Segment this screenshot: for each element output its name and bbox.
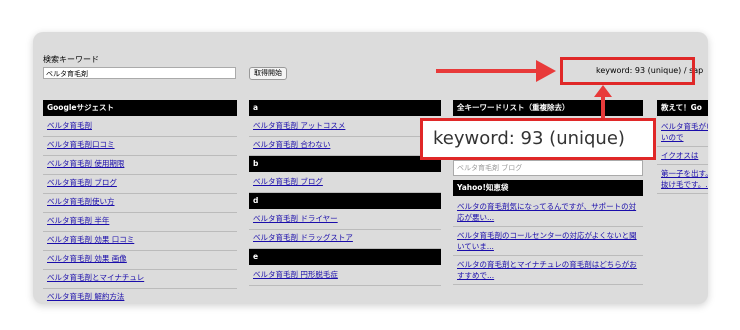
annotation-arrow-up-shaft (601, 94, 605, 118)
section-header-e: e (249, 249, 441, 265)
google-suggest-item[interactable]: ベルタ育毛剤 効果 画像 (43, 251, 237, 270)
section-header-b: b (249, 156, 441, 172)
oshiete-question-item[interactable]: イクオスは (657, 147, 708, 165)
google-suggest-header: Googleサジェスト (43, 100, 237, 116)
yahoo-question-item[interactable]: ベルタの育毛剤とマイナチュレの育毛剤はどちらがおすすめで... (453, 256, 643, 285)
oshiete-question-item[interactable]: 第一子を出す。抜け毛です。... (657, 165, 708, 194)
annotation-highlight-box (560, 57, 695, 85)
alpha-suggest-item[interactable]: ベルタ育毛剤 アットコスメ (249, 118, 441, 137)
alpha-suggest-item[interactable]: ベルタ育毛剤 ドライヤー (249, 211, 441, 230)
google-suggest-item[interactable]: ベルタ育毛剤 (43, 118, 237, 137)
google-suggest-item[interactable]: ベルタ育毛剤 ブログ (43, 175, 237, 194)
annotation-arrow-up-icon (594, 85, 612, 97)
google-suggest-item[interactable]: ベルタ育毛剤 効果 口コミ (43, 232, 237, 251)
zoomed-keyword-count: keyword: 93 (unique) (420, 118, 656, 160)
alphabet-suggest-column: a ベルタ育毛剤 アットコスメ ベルタ育毛剤 合わない b ベルタ育毛剤 ブログ… (249, 100, 441, 286)
google-suggest-column: Googleサジェスト ベルタ育毛剤 ベルタ育毛剤口コミ ベルタ育毛剤 使用期限… (43, 100, 237, 304)
yahoo-question-item[interactable]: ベルタの育毛剤気になってるんですが、サポートの対応が悪い... (453, 198, 643, 227)
google-suggest-item[interactable]: ベルタ育毛剤 使用期限 (43, 156, 237, 175)
annotation-arrow-right-shaft (436, 69, 541, 73)
search-keyword-label: 検索キーワード (43, 55, 99, 64)
alpha-suggest-item[interactable]: ベルタ育毛剤 合わない (249, 137, 441, 156)
google-suggest-item[interactable]: ベルタ育毛剤 解約方法 (43, 289, 237, 304)
oshiete-goo-column: 教えて！Go ベルタ育毛がいいので イクオスは 第一子を出す。抜け毛です。... (657, 100, 708, 194)
annotation-arrow-right-icon (536, 60, 556, 82)
section-header-a: a (249, 100, 441, 116)
section-header-d: d (249, 193, 441, 209)
yahoo-chiebukuro-header: Yahoo!知恵袋 (453, 180, 643, 196)
fetch-start-button[interactable]: 取得開始 (249, 67, 287, 80)
search-keyword-input[interactable]: ベルタ育毛剤 (43, 67, 236, 79)
alpha-suggest-item[interactable]: ベルタ育毛剤 ブログ (249, 174, 441, 193)
all-keywords-header: 全キーワードリスト（重複除去） (453, 100, 643, 116)
oshiete-goo-header: 教えて！Go (657, 100, 708, 116)
all-keywords-textarea[interactable]: ベルタ育毛剤 ブログ (453, 160, 643, 176)
google-suggest-item[interactable]: ベルタ育毛剤 半年 (43, 213, 237, 232)
google-suggest-item[interactable]: ベルタ育毛剤使い方 (43, 194, 237, 213)
google-suggest-item[interactable]: ベルタ育毛剤とマイナチュレ (43, 270, 237, 289)
yahoo-question-item[interactable]: ベルタ育毛剤のコールセンターの対応がよくないと聞いていま... (453, 227, 643, 256)
alpha-suggest-item[interactable]: ベルタ育毛剤 円形脱毛症 (249, 267, 441, 286)
alpha-suggest-item[interactable]: ベルタ育毛剤 ドラッグストア (249, 230, 441, 249)
oshiete-question-item[interactable]: ベルタ育毛がいいので (657, 118, 708, 147)
google-suggest-item[interactable]: ベルタ育毛剤口コミ (43, 137, 237, 156)
